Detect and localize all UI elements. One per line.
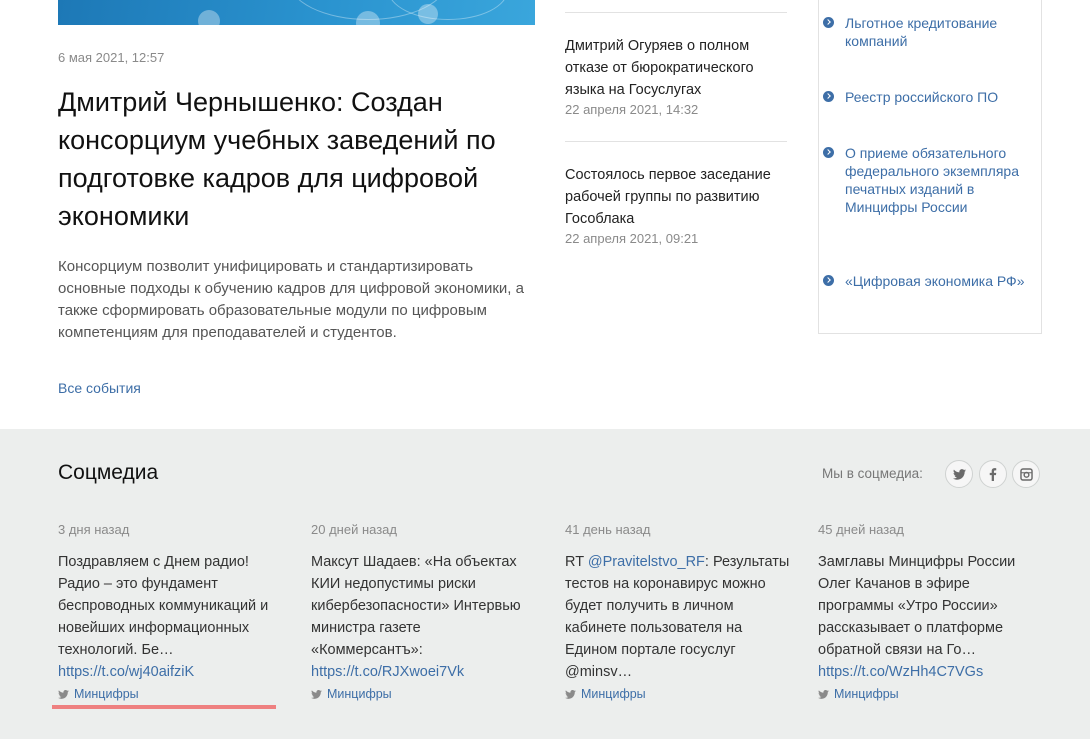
social-post: 3 дня назад Поздравляем с Днем радио! Ра… bbox=[58, 522, 283, 701]
all-events-link[interactable]: Все события bbox=[58, 380, 141, 396]
chevron-right-icon bbox=[823, 17, 834, 28]
instagram-icon[interactable] bbox=[1012, 460, 1040, 488]
social-we-label: Мы в соцмедиа: bbox=[822, 466, 923, 481]
highlight-underline bbox=[52, 705, 276, 709]
post-mention-link[interactable]: @Pravitelstvo_RF bbox=[588, 554, 705, 570]
chevron-right-icon bbox=[823, 91, 834, 102]
news-item[interactable]: Состоялось первое заседание рабочей груп… bbox=[565, 141, 787, 270]
twitter-icon[interactable] bbox=[945, 460, 973, 488]
twitter-icon bbox=[311, 689, 322, 699]
post-author[interactable]: Минцифры bbox=[58, 687, 283, 701]
news-hero-image[interactable] bbox=[58, 0, 535, 25]
social-section-title: Соцмедиа bbox=[58, 461, 159, 484]
news-item-title[interactable]: Состоялось первое заседание рабочей груп… bbox=[565, 164, 787, 230]
main-news-title[interactable]: Дмитрий Чернышенко: Создан консорциум уч… bbox=[58, 83, 528, 235]
post-time: 45 дней назад bbox=[818, 522, 904, 537]
post-link[interactable]: https://t.co/WzHh4C7VGs bbox=[818, 661, 1043, 683]
post-author[interactable]: Минцифры bbox=[311, 687, 536, 701]
post-text: Замглавы Минцифры России Олег Качанов в … bbox=[818, 551, 1043, 683]
post-author[interactable]: Минцифры bbox=[565, 687, 790, 701]
news-item-date: 22 апреля 2021, 09:21 bbox=[565, 231, 699, 246]
post-time: 41 день назад bbox=[565, 522, 651, 537]
chevron-right-icon bbox=[823, 275, 834, 286]
side-link-legal-deposit[interactable]: О приеме обязательного федерального экзе… bbox=[823, 144, 1025, 216]
news-item-date: 22 апреля 2021, 14:32 bbox=[565, 102, 699, 117]
post-author[interactable]: Минцифры bbox=[818, 687, 1043, 701]
side-link-credit[interactable]: Льготное кредитование компаний bbox=[823, 14, 1025, 50]
main-news-lead: Консорциум позволит унифицировать и стан… bbox=[58, 258, 524, 341]
social-post: 41 день назад RT @Pravitelstvo_RF: Резул… bbox=[565, 522, 790, 701]
post-link[interactable]: https://t.co/wj40aifziK bbox=[58, 661, 283, 683]
twitter-icon bbox=[565, 689, 576, 699]
chevron-right-icon bbox=[823, 147, 834, 158]
facebook-icon[interactable] bbox=[979, 460, 1007, 488]
post-link[interactable]: https://t.co/RJXwoei7Vk bbox=[311, 661, 536, 683]
news-item[interactable]: Дмитрий Огуряев о полном отказе от бюрок… bbox=[565, 12, 787, 141]
useful-links-box: Льготное кредитование компаний Реестр ро… bbox=[818, 0, 1042, 334]
post-time: 3 дня назад bbox=[58, 522, 130, 537]
news-list: Дмитрий Огуряев о полном отказе от бюрок… bbox=[565, 12, 787, 270]
post-text: RT @Pravitelstvo_RF: Результаты тестов н… bbox=[565, 554, 790, 680]
twitter-icon bbox=[818, 689, 829, 699]
post-text: Максут Шадаев: «На объектах КИИ недопуст… bbox=[311, 551, 536, 683]
twitter-icon bbox=[58, 689, 69, 699]
main-news-date: 6 мая 2021, 12:57 bbox=[58, 50, 165, 65]
social-post: 45 дней назад Замглавы Минцифры России О… bbox=[818, 522, 1043, 701]
post-text: Поздравляем с Днем радио! Радио – это фу… bbox=[58, 551, 283, 683]
social-post: 20 дней назад Максут Шадаев: «На объекта… bbox=[311, 522, 536, 701]
side-link-software-registry[interactable]: Реестр российского ПО bbox=[823, 88, 1025, 106]
side-link-digital-economy[interactable]: «Цифровая экономика РФ» bbox=[823, 272, 1025, 290]
news-item-title[interactable]: Дмитрий Огуряев о полном отказе от бюрок… bbox=[565, 35, 787, 101]
post-time: 20 дней назад bbox=[311, 522, 397, 537]
social-media-section: Соцмедиа Мы в соцмедиа: 3 дня назад Позд… bbox=[0, 429, 1090, 739]
